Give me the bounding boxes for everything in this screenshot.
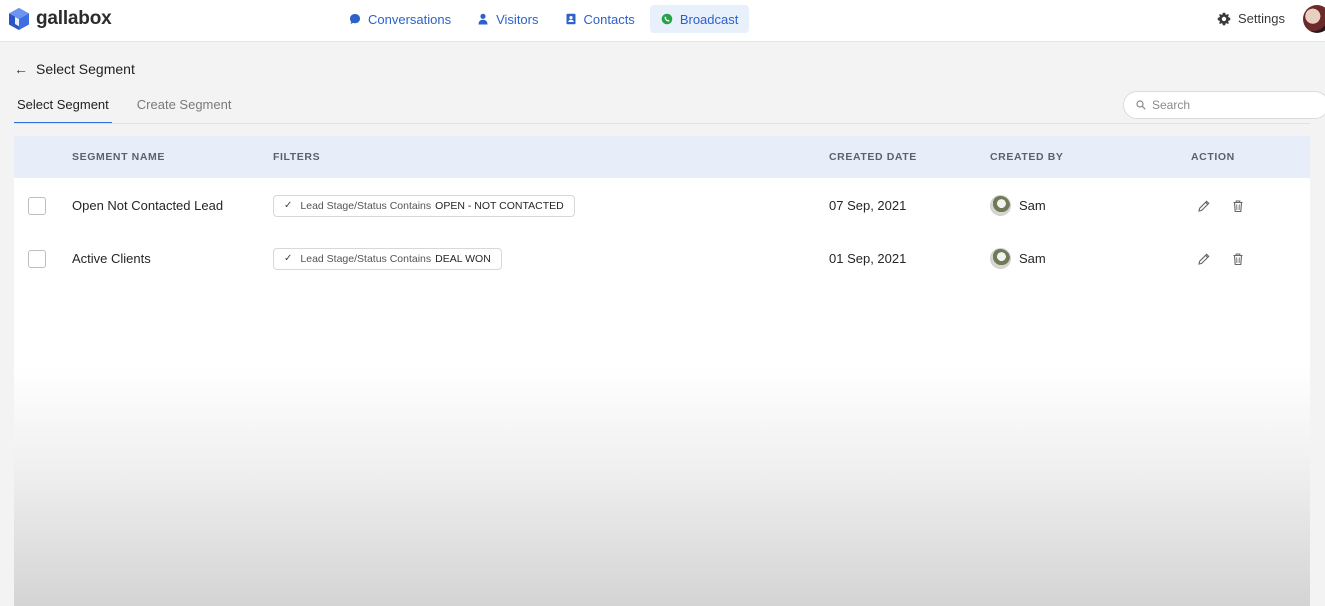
tab-create-segment[interactable]: Create Segment [134, 92, 235, 124]
trash-icon[interactable] [1231, 252, 1245, 266]
brand-name: gallabox [36, 8, 112, 29]
main-nav: Conversations Visitors Contacts Broadcas… [338, 5, 750, 33]
brand[interactable]: gallabox [8, 7, 112, 31]
nav-item-label: Visitors [496, 11, 539, 27]
tabs-divider [14, 123, 1310, 124]
row-select-cell [28, 179, 46, 232]
settings-label: Settings [1238, 11, 1285, 26]
segment-name[interactable]: Active Clients [72, 232, 151, 285]
search-icon [1136, 100, 1146, 110]
filter-value: DEAL WON [435, 252, 491, 265]
nav-item-label: Broadcast [679, 11, 739, 27]
filter-field: Lead Stage/Status Contains [300, 199, 432, 212]
page-title: Select Segment [36, 61, 135, 77]
search-input[interactable] [1152, 98, 1312, 112]
edit-pencil-icon[interactable] [1197, 252, 1211, 266]
page-header: ← Select Segment [14, 61, 135, 77]
created-date: 07 Sep, 2021 [829, 198, 907, 213]
filter-cell: ✓ Lead Stage/Status Contains DEAL WON [273, 232, 502, 285]
edit-pencil-icon[interactable] [1197, 199, 1211, 213]
filter-chip[interactable]: ✓ Lead Stage/Status Contains OPEN - NOT … [273, 194, 575, 217]
user-avatar[interactable] [1303, 5, 1325, 33]
tab-select-segment[interactable]: Select Segment [14, 92, 112, 124]
filter-field: Lead Stage/Status Contains [300, 252, 432, 265]
segments-table: SEGMENT NAME FILTERS CREATED DATE CREATE… [14, 136, 1310, 606]
row-checkbox[interactable] [28, 196, 46, 215]
check-icon: ✓ [284, 253, 293, 264]
nav-item-contacts[interactable]: Contacts [554, 5, 646, 33]
created-by: Sam [990, 179, 1046, 232]
person-icon [478, 13, 488, 25]
top-navigation-bar: gallabox Conversations Visitors Contacts… [0, 0, 1325, 42]
row-checkbox[interactable] [28, 249, 46, 268]
segment-name[interactable]: Open Not Contacted Lead [72, 179, 223, 232]
segment-tabs: Select Segment Create Segment [14, 92, 234, 124]
column-header-created-date[interactable]: CREATED DATE [829, 151, 917, 163]
creator-avatar [990, 248, 1011, 269]
gear-icon [1217, 12, 1231, 25]
nav-item-label: Conversations [368, 11, 452, 27]
nav-item-label: Contacts [583, 11, 635, 27]
column-header-segment-name[interactable]: SEGMENT NAME [72, 151, 165, 163]
address-book-icon [566, 13, 575, 25]
row-actions [1197, 179, 1245, 232]
filter-value: OPEN - NOT CONTACTED [435, 199, 564, 212]
creator-avatar [990, 195, 1011, 216]
column-header-filters[interactable]: FILTERS [273, 151, 320, 163]
whatsapp-icon [661, 13, 673, 25]
table-row[interactable]: Open Not Contacted Lead ✓ Lead Stage/Sta… [14, 179, 1310, 232]
row-select-cell [28, 232, 46, 285]
creator-name: Sam [1019, 251, 1046, 266]
gallabox-logo-icon [9, 8, 29, 30]
nav-item-visitors[interactable]: Visitors [466, 5, 549, 33]
creator-name: Sam [1019, 198, 1046, 213]
settings-link[interactable]: Settings [1217, 11, 1285, 26]
nav-item-broadcast[interactable]: Broadcast [649, 5, 750, 33]
created-date: 01 Sep, 2021 [829, 251, 907, 266]
search-box[interactable] [1123, 91, 1325, 119]
column-header-created-by[interactable]: CREATED BY [990, 151, 1063, 163]
trash-icon[interactable] [1231, 199, 1245, 213]
created-by: Sam [990, 232, 1046, 285]
check-icon: ✓ [284, 200, 293, 211]
nav-item-conversations[interactable]: Conversations [338, 5, 462, 33]
back-arrow-icon[interactable]: ← [14, 61, 28, 77]
filter-chip[interactable]: ✓ Lead Stage/Status Contains DEAL WON [273, 247, 502, 270]
column-header-action: ACTION [1191, 151, 1235, 163]
table-header: SEGMENT NAME FILTERS CREATED DATE CREATE… [14, 136, 1310, 178]
filter-cell: ✓ Lead Stage/Status Contains OPEN - NOT … [273, 179, 575, 232]
row-actions [1197, 232, 1245, 285]
chat-bubble-icon [350, 14, 360, 24]
table-row[interactable]: Active Clients ✓ Lead Stage/Status Conta… [14, 232, 1310, 285]
